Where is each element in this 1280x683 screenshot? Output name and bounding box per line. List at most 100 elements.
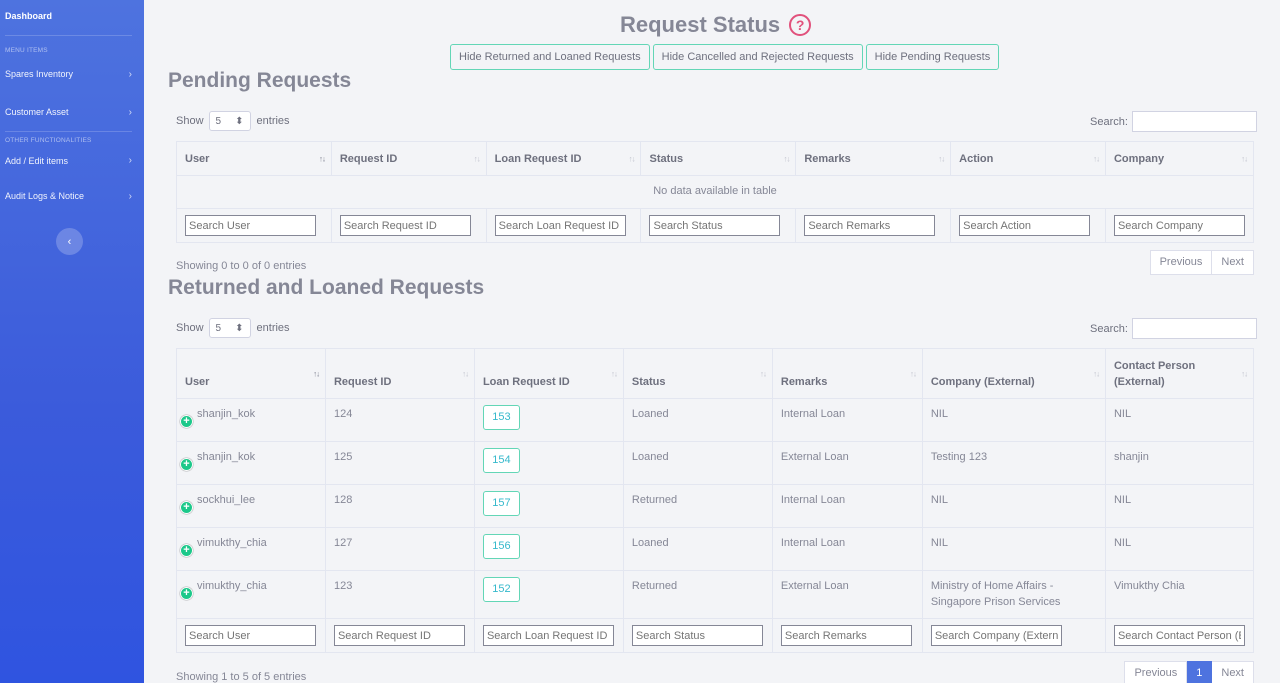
user-cell: + vimukthy_chia — [176, 570, 326, 619]
search-company-external-input[interactable] — [930, 625, 1062, 646]
company-cell: NIL — [921, 527, 1106, 571]
sidebar-item-add-edit-items[interactable]: Add / Edit items › — [0, 144, 144, 177]
column-header-user[interactable]: User ↑↓ — [176, 141, 332, 176]
loan-id-cell: 153 — [473, 398, 624, 442]
search-status-input[interactable] — [631, 625, 763, 646]
search-remarks-input[interactable] — [804, 215, 936, 236]
filter-buttons: Hide Returned and Loaned Requests Hide C… — [450, 44, 1000, 70]
pending-length-select[interactable]: 5 ⬍ — [208, 111, 251, 131]
loan-request-id-button[interactable]: 156 — [482, 534, 520, 559]
pending-next-button[interactable]: Next — [1212, 250, 1254, 275]
column-label: Remarks — [804, 152, 851, 165]
search-action-input[interactable] — [959, 215, 1091, 236]
column-header-request-id[interactable]: Request ID ↑↓ — [330, 141, 487, 176]
column-header-company-external[interactable]: Company (External) ↑↓ — [921, 348, 1106, 399]
table-row[interactable]: + sockhui_lee 128 157 Returned Internal L… — [176, 484, 1255, 528]
loan-request-id-button[interactable]: 154 — [482, 448, 520, 473]
column-search-cell — [1104, 208, 1255, 243]
sidebar-item-label: Audit Logs & Notice — [5, 191, 85, 201]
column-header-contact-person-external[interactable]: Contact Person (External) ↑↓ — [1104, 348, 1255, 399]
search-loan-request-id-input[interactable] — [482, 625, 614, 646]
sort-icon: ↑↓ — [473, 154, 481, 163]
search-request-id-input[interactable] — [333, 625, 465, 646]
request-id-cell: 128 — [324, 484, 475, 528]
table-row[interactable]: + shanjin_kok 125 154 Loaned External Loa… — [176, 441, 1255, 485]
user-cell: + sockhui_lee — [176, 484, 326, 528]
sort-icon: ↑↓ — [1092, 154, 1100, 163]
sort-icon: ↑↓ — [938, 154, 945, 163]
expand-row-icon[interactable]: + — [180, 458, 193, 471]
chevron-right-icon: › — [128, 155, 132, 166]
entries-label: entries — [256, 115, 290, 127]
expand-row-icon[interactable]: + — [180, 544, 193, 557]
sort-icon: ↑↓ — [783, 154, 790, 163]
remarks-cell: Internal Loan — [771, 398, 923, 442]
column-search-cell — [473, 618, 624, 653]
returned-length-select[interactable]: 5 ⬍ — [208, 318, 251, 338]
loan-request-id-button[interactable]: 157 — [482, 491, 520, 516]
loan-request-id-button[interactable]: 153 — [482, 405, 520, 430]
hide-cancelled-rejected-button[interactable]: Hide Cancelled and Rejected Requests — [652, 44, 863, 70]
column-header-loan-request-id[interactable]: Loan Request ID ↑↓ — [485, 141, 642, 176]
table-row[interactable]: + vimukthy_chia 123 152 Returned External… — [176, 570, 1255, 619]
column-header-request-id[interactable]: Request ID ↑↓ — [324, 348, 475, 399]
search-request-id-input[interactable] — [339, 215, 471, 236]
sidebar-item-customer-asset[interactable]: Customer Asset › — [0, 93, 144, 131]
search-remarks-input[interactable] — [780, 625, 912, 646]
sidebar-toggle-button[interactable]: ‹ — [56, 228, 83, 255]
sidebar-item-spares-inventory[interactable]: Spares Inventory › — [0, 55, 144, 93]
sidebar-item-audit-logs[interactable]: Audit Logs & Notice › — [0, 177, 144, 215]
search-contact-person-input[interactable] — [1113, 625, 1245, 646]
column-header-user[interactable]: User ↑↓ — [176, 348, 326, 399]
contact-cell: NIL — [1104, 527, 1255, 571]
sidebar-item-label: Customer Asset — [5, 107, 69, 117]
returned-section-title: Returned and Loaned Requests — [168, 276, 485, 299]
help-icon[interactable]: ? — [789, 14, 812, 36]
pending-section-title: Pending Requests — [168, 69, 352, 92]
column-search-cell — [640, 208, 797, 243]
table-row[interactable]: + shanjin_kok 124 153 Loaned Internal Loa… — [176, 398, 1255, 442]
status-cell: Loaned — [622, 441, 773, 485]
request-id-cell: 127 — [324, 527, 475, 571]
user-value: sockhui_lee — [197, 494, 256, 506]
sidebar-brand-dashboard[interactable]: Dashboard — [0, 0, 144, 35]
search-label: Search: — [1090, 322, 1128, 335]
column-header-company[interactable]: Company ↑↓ — [1104, 141, 1255, 176]
hide-returned-loaned-button[interactable]: Hide Returned and Loaned Requests — [450, 44, 650, 70]
column-search-cell — [176, 618, 326, 653]
table-header-row: User ↑↓ Request ID ↑↓ Loan Request ID ↑↓ St… — [176, 348, 1255, 399]
loan-request-id-button[interactable]: 152 — [482, 577, 520, 602]
page-title-text: Request Status — [620, 12, 781, 37]
column-header-status[interactable]: Status ↑↓ — [622, 348, 773, 399]
search-loan-request-id-input[interactable] — [494, 215, 626, 236]
expand-row-icon[interactable]: + — [180, 415, 193, 428]
hide-pending-button[interactable]: Hide Pending Requests — [865, 44, 1000, 70]
search-user-input[interactable] — [185, 625, 316, 646]
returned-previous-button[interactable]: Previous — [1124, 661, 1188, 683]
search-company-input[interactable] — [1113, 215, 1245, 236]
user-cell: + vimukthy_chia — [176, 527, 326, 571]
page-1-button[interactable]: 1 — [1187, 661, 1213, 683]
returned-search-input[interactable] — [1131, 318, 1257, 339]
chevron-right-icon: › — [128, 190, 132, 202]
column-header-action[interactable]: Action ↑↓ — [950, 141, 1106, 176]
pending-length-control: Show 5 ⬍ entries — [176, 111, 290, 131]
pending-search-input[interactable] — [1131, 111, 1257, 132]
column-header-loan-request-id[interactable]: Loan Request ID ↑↓ — [473, 348, 624, 399]
table-row[interactable]: + vimukthy_chia 127 156 Loaned Internal L… — [176, 527, 1255, 571]
company-cell: Testing 123 — [921, 441, 1106, 485]
pending-previous-button[interactable]: Previous — [1149, 250, 1213, 275]
expand-row-icon[interactable]: + — [180, 587, 193, 600]
column-header-remarks[interactable]: Remarks ↑↓ — [795, 141, 952, 176]
returned-next-button[interactable]: Next — [1212, 661, 1254, 683]
column-label: Company — [1113, 152, 1165, 165]
search-user-input[interactable] — [185, 215, 316, 236]
column-search-cell — [622, 618, 773, 653]
column-header-status[interactable]: Status ↑↓ — [640, 141, 797, 176]
expand-row-icon[interactable]: + — [180, 501, 193, 514]
search-status-input[interactable] — [649, 215, 781, 236]
company-cell: Ministry of Home Affairs - Singapore Pri… — [921, 570, 1106, 619]
sort-icon: ↑↓ — [628, 154, 635, 163]
sort-icon: ↑↓ — [1092, 369, 1100, 378]
column-header-remarks[interactable]: Remarks ↑↓ — [771, 348, 923, 399]
